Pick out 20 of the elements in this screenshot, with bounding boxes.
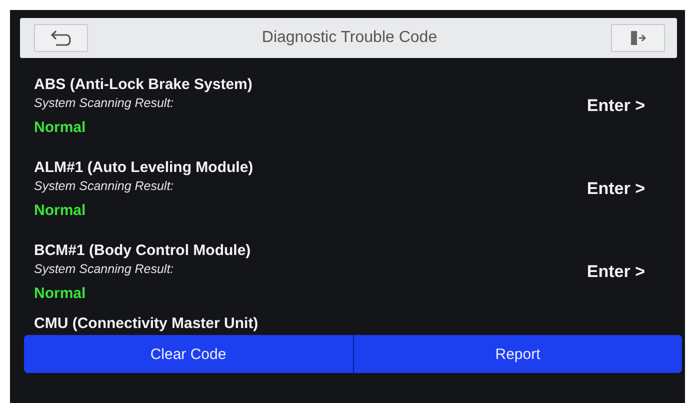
system-name: ALM#1 (Auto Leveling Module)	[34, 158, 254, 176]
action-button[interactable]: Report	[354, 335, 682, 373]
back-icon	[50, 29, 72, 47]
enter-link[interactable]: Enter >	[586, 262, 645, 282]
result-label: System Scanning Result:	[34, 96, 175, 110]
action-button[interactable]: Clear Code	[24, 335, 354, 373]
result-label: System Scanning Result:	[34, 262, 175, 276]
system-name: ABS (Anti-Lock Brake System)	[34, 76, 252, 92]
result-status: Normal	[34, 118, 87, 136]
system-name: BCM#1 (Body Control Module)	[34, 242, 251, 258]
result-label: System Scanning Result:	[34, 178, 175, 192]
back-button[interactable]	[34, 24, 88, 52]
exit-icon	[629, 29, 647, 47]
enter-link[interactable]: Enter >	[586, 96, 645, 116]
exit-button[interactable]	[611, 24, 665, 52]
window-title: Diagnostic Trouble Code	[262, 29, 438, 47]
system-name: CMU (Connectivity Master Unit)	[34, 315, 258, 332]
result-status: Normal	[34, 202, 87, 218]
enter-link[interactable]: Enter >	[586, 178, 645, 198]
result-status: Normal	[34, 284, 87, 302]
